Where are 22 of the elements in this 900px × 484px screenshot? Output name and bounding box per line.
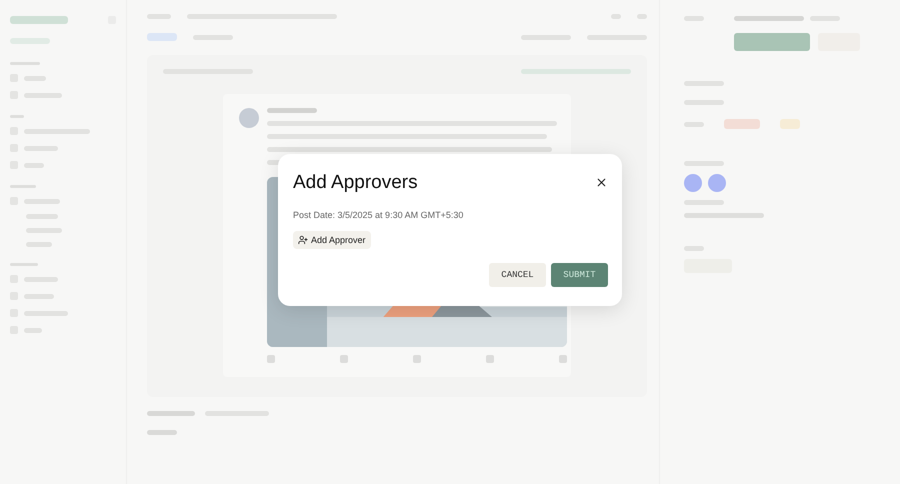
cancel-button[interactable]: CANCEL (489, 262, 546, 286)
blurred-icon (413, 355, 421, 363)
blurred-text (147, 33, 177, 41)
blurred-text (147, 430, 177, 435)
add-person-icon (298, 234, 308, 244)
avatar-icon (708, 174, 726, 192)
blurred-icon (267, 355, 275, 363)
close-button[interactable] (595, 176, 608, 189)
blurred-icon (340, 355, 348, 363)
blurred-tag (724, 119, 760, 129)
avatar-icon (684, 174, 702, 192)
dialog-title: Add Approvers (293, 172, 418, 194)
blurred-tag (780, 119, 800, 129)
blurred-text (147, 411, 195, 416)
post-date: Post Date: 3/5/2025 at 9:30 AM GMT+5:30 (293, 210, 464, 220)
blurred-text (267, 108, 317, 113)
blurred-text (10, 16, 68, 24)
blurred-icon (559, 355, 567, 363)
blurred-icon (486, 355, 494, 363)
blurred-text (734, 16, 804, 21)
add-approver-button[interactable]: Add Approver (293, 230, 371, 248)
avatar-icon (239, 108, 259, 128)
